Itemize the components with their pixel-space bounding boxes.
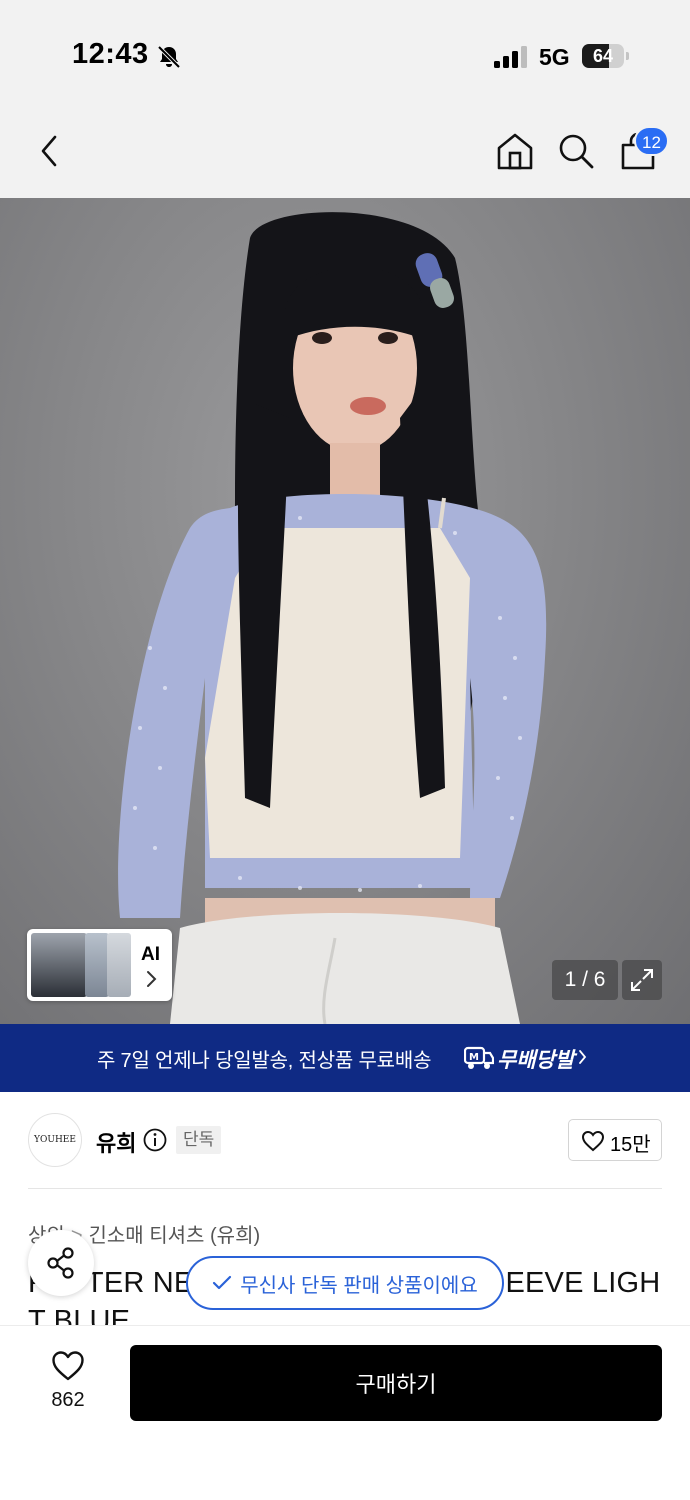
product-title-part-3: EEVE LIGH — [505, 1267, 661, 1299]
exclusive-badge: 단독 — [176, 1126, 222, 1154]
image-page-counter: 1 / 6 — [552, 960, 618, 1000]
ai-thumbnail-2 — [85, 933, 109, 997]
brand-like-count: 15만 — [610, 1134, 651, 1156]
expand-image-button[interactable] — [622, 960, 662, 1000]
battery-level: 64 — [592, 46, 614, 66]
expand-icon — [631, 969, 653, 991]
nav-header — [0, 100, 690, 198]
brand-logo[interactable]: YOUHEE — [28, 1113, 82, 1167]
brand-like-button[interactable]: 15만 — [568, 1119, 662, 1161]
info-icon[interactable] — [143, 1128, 167, 1152]
brand-name[interactable]: 유희 — [96, 1126, 136, 1158]
banner-logo-text: 무배당발 — [497, 1049, 575, 1072]
wishlist-count: 862 — [51, 1389, 85, 1411]
product-image[interactable] — [0, 198, 690, 1024]
check-icon — [213, 1275, 232, 1290]
back-button[interactable] — [26, 128, 72, 174]
share-button[interactable] — [28, 1230, 94, 1296]
heart-icon — [581, 1130, 605, 1152]
product-photo — [118, 212, 547, 1024]
search-icon — [559, 134, 594, 169]
ai-thumbnail-3 — [107, 933, 131, 997]
svg-text:M: M — [469, 1052, 479, 1063]
exclusive-toast-text: 무신사 단독 판매 상품이에요 — [240, 1274, 478, 1297]
status-time: 12:43 — [72, 38, 149, 70]
buy-button[interactable]: 구매하기 — [130, 1345, 662, 1421]
heart-icon[interactable] — [51, 1350, 85, 1382]
brand-logo-text: YOUHEE — [34, 1135, 76, 1145]
home-icon — [497, 133, 533, 170]
delivery-truck-icon: M — [464, 1046, 494, 1069]
ai-thumbnail-1 — [31, 933, 87, 997]
back-icon — [41, 135, 57, 167]
battery-icon: 64 — [582, 44, 630, 68]
bell-off-icon — [157, 45, 181, 69]
chevron-right-icon — [579, 1050, 587, 1064]
status-bar: 12:43 5G 64 — [0, 0, 690, 100]
signal-icon — [494, 46, 527, 68]
ai-label: AI — [141, 944, 160, 965]
cart-count-badge: 12 — [634, 126, 669, 156]
share-icon — [47, 1247, 74, 1279]
search-button[interactable] — [553, 128, 599, 174]
divider — [28, 1188, 662, 1189]
product-title-part-2: TER NE — [85, 1267, 194, 1299]
banner-text: 주 7일 언제나 당일발송, 전상품 무료배송 — [97, 1050, 432, 1072]
exclusive-toast: 무신사 단독 판매 상품이에요 — [186, 1256, 504, 1310]
breadcrumb-subcategory[interactable]: 긴소매 티셔츠 (유희) — [89, 1225, 261, 1247]
buy-button-label: 구매하기 — [355, 1372, 437, 1397]
chevron-right-icon — [147, 971, 157, 987]
network-type: 5G — [539, 44, 570, 70]
home-button[interactable] — [492, 128, 538, 174]
